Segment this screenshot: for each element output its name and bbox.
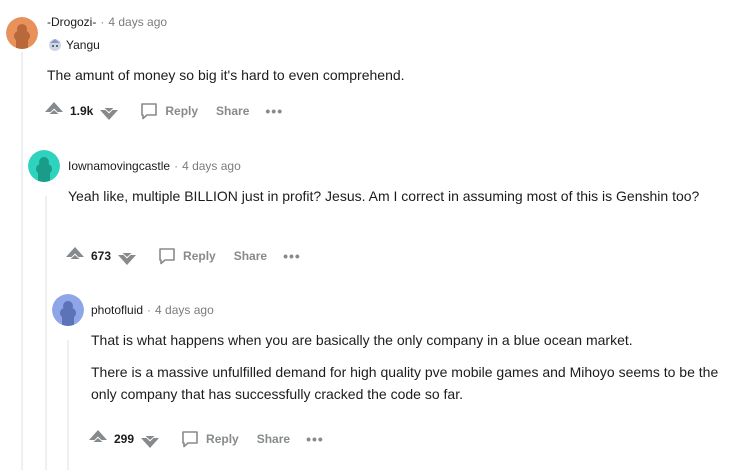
separator-dot: ·: [100, 15, 105, 29]
downvote-icon[interactable]: [138, 427, 162, 451]
share-button[interactable]: Share: [234, 249, 267, 263]
more-options-icon[interactable]: •••: [283, 248, 301, 264]
share-label: Share: [233, 249, 268, 263]
reply-label: Reply: [165, 104, 199, 118]
comment-body: Yeah like, multiple BILLION just in prof…: [68, 185, 718, 207]
thread-line[interactable]: [21, 52, 23, 470]
comment-actions: 1.9k Reply Share •••: [42, 99, 283, 123]
separator-dot: ·: [174, 159, 179, 173]
thread-line[interactable]: [45, 196, 47, 470]
upvote-icon[interactable]: [42, 99, 66, 123]
comment-timestamp[interactable]: 4 days ago: [182, 159, 241, 173]
downvote-icon[interactable]: [115, 244, 139, 268]
flair-text: Yangu: [66, 38, 100, 52]
comment-paragraph: The amunt of money so big it's hard to e…: [47, 67, 405, 83]
user-flair: Yangu: [47, 38, 100, 52]
reply-button[interactable]: Reply: [157, 246, 216, 266]
comment-paragraph: There is a massive unfulfilled demand fo…: [91, 364, 719, 402]
snoo-avatar-icon: [28, 150, 60, 182]
comment-paragraph: That is what happens when you are basica…: [91, 332, 633, 348]
comment-body: The amunt of money so big it's hard to e…: [47, 64, 727, 86]
thread-line[interactable]: [67, 340, 69, 470]
comment-author[interactable]: -Drogozi-: [47, 15, 96, 29]
share-label: Share: [256, 432, 291, 446]
avatar[interactable]: [52, 294, 84, 326]
comment-bubble-icon: [139, 101, 159, 121]
comment-author[interactable]: Iownamovingcastle: [68, 159, 170, 173]
separator-dot: ·: [147, 303, 152, 317]
comment-author[interactable]: photofluid: [91, 303, 143, 317]
share-button[interactable]: Share: [257, 432, 290, 446]
reply-label: Reply: [183, 249, 216, 263]
comment-actions: 299 Reply Share •••: [86, 427, 324, 451]
share-label: Share: [216, 104, 250, 118]
comment-actions: 673 Reply Share •••: [63, 244, 301, 268]
more-options-icon[interactable]: •••: [306, 431, 324, 447]
flair-emoji-icon: [47, 38, 63, 52]
more-options-icon[interactable]: •••: [265, 103, 283, 119]
share-button[interactable]: Share: [216, 104, 249, 118]
reply-button[interactable]: Reply: [180, 429, 239, 449]
reply-button[interactable]: Reply: [139, 101, 198, 121]
snoo-avatar-icon: [52, 294, 84, 326]
downvote-icon[interactable]: [97, 99, 121, 123]
comment-timestamp[interactable]: 4 days ago: [155, 303, 214, 317]
reply-label: Reply: [206, 432, 239, 446]
vote-score: 673: [91, 249, 112, 263]
avatar[interactable]: [28, 150, 60, 182]
vote-score: 299: [114, 432, 135, 446]
comment-bubble-icon: [180, 429, 200, 449]
comment-body: That is what happens when you are basica…: [91, 329, 731, 405]
upvote-icon[interactable]: [86, 427, 110, 451]
vote-score: 1.9k: [70, 104, 94, 118]
upvote-icon[interactable]: [63, 244, 87, 268]
avatar[interactable]: [6, 17, 38, 49]
snoo-avatar-icon: [6, 17, 38, 49]
comment-bubble-icon: [157, 246, 177, 266]
comment-timestamp[interactable]: 4 days ago: [108, 15, 167, 29]
comment-paragraph: Yeah like, multiple BILLION just in prof…: [68, 188, 700, 204]
